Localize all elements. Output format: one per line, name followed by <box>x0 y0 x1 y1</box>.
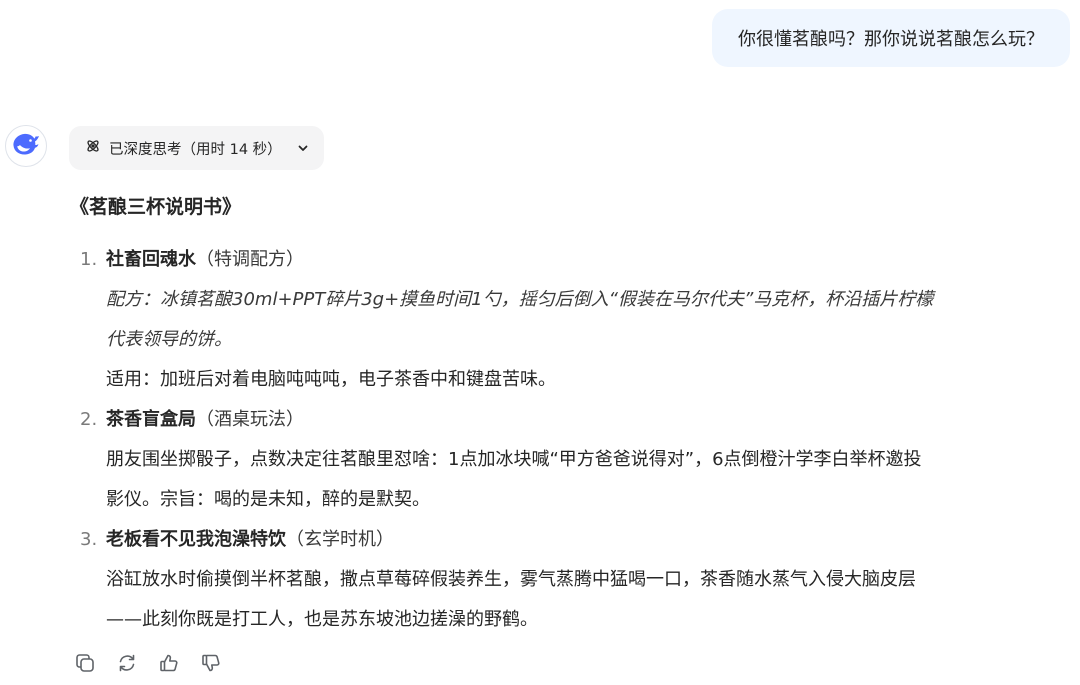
list-number: 3. <box>80 529 98 550</box>
item-line: 朋友围坐掷骰子，点数决定往茗酿里怼啥：1点加冰块喊“甲方爸爸说得对”，6点倒橙汁… <box>106 449 922 470</box>
chat-page: 你很懂茗酿吗？那你说说茗酿怎么玩？ 已深度思考（用时 14 秒） 《茗酿三杯说明… <box>0 0 1080 685</box>
item-line: 浴缸放水时偷摸倒半杯茗酿，撒点草莓碎假装养生，雾气蒸腾中猛喝一口，茶香随水蒸气入… <box>106 569 916 590</box>
chevron-down-icon <box>296 141 310 155</box>
item-line: 代表领导的饼。 <box>106 329 232 350</box>
assistant-answer: 《茗酿三杯说明书》 1. 社畜回魂水（特调配方） 配方：冰镇茗酿30ml+PPT… <box>70 190 1070 630</box>
list-number: 1. <box>80 249 98 270</box>
list-item: 1. 社畜回魂水（特调配方） 配方：冰镇茗酿30ml+PPT碎片3g+摸鱼时间1… <box>70 240 1070 400</box>
thumbs-up-icon[interactable] <box>156 650 182 676</box>
item-line: ——此刻你既是打工人，也是苏东坡池边搓澡的野鹤。 <box>106 609 538 630</box>
user-message-text: 你很懂茗酿吗？那你说说茗酿怎么玩？ <box>738 29 1044 50</box>
item-tag: （酒桌玩法） <box>196 409 304 430</box>
thinking-toggle[interactable]: 已深度思考（用时 14 秒） <box>69 126 324 170</box>
item-title: 老板看不见我泡澡特饮 <box>106 529 286 550</box>
user-message-bubble: 你很懂茗酿吗？那你说说茗酿怎么玩？ <box>712 9 1070 67</box>
answer-list: 1. 社畜回魂水（特调配方） 配方：冰镇茗酿30ml+PPT碎片3g+摸鱼时间1… <box>70 240 1070 640</box>
item-tag: （玄学时机） <box>286 529 394 550</box>
thumbs-down-icon[interactable] <box>198 650 224 676</box>
list-item: 3. 老板看不见我泡澡特饮（玄学时机） 浴缸放水时偷摸倒半杯茗酿，撒点草莓碎假装… <box>70 520 1070 640</box>
copy-icon[interactable] <box>72 650 98 676</box>
item-line: 影仪。宗旨：喝的是未知，醉的是默契。 <box>106 489 430 510</box>
assistant-avatar <box>5 125 47 167</box>
item-line: 适用：加班后对着电脑吨吨吨，电子茶香中和键盘苦味。 <box>106 369 556 390</box>
list-item: 2. 茶香盲盒局（酒桌玩法） 朋友围坐掷骰子，点数决定往茗酿里怼啥：1点加冰块喊… <box>70 400 1070 520</box>
message-actions <box>72 650 224 676</box>
whale-logo-icon <box>11 132 41 160</box>
atom-icon <box>85 138 101 158</box>
answer-title: 《茗酿三杯说明书》 <box>70 196 242 218</box>
item-title: 社畜回魂水 <box>106 249 196 270</box>
item-title: 茶香盲盒局 <box>106 409 196 430</box>
item-line: 配方：冰镇茗酿30ml+PPT碎片3g+摸鱼时间1勺，摇匀后倒入“假装在马尔代夫… <box>106 289 934 310</box>
list-number: 2. <box>80 409 98 430</box>
regenerate-icon[interactable] <box>114 650 140 676</box>
thinking-label: 已深度思考（用时 14 秒） <box>109 141 282 158</box>
item-tag: （特调配方） <box>196 249 304 270</box>
